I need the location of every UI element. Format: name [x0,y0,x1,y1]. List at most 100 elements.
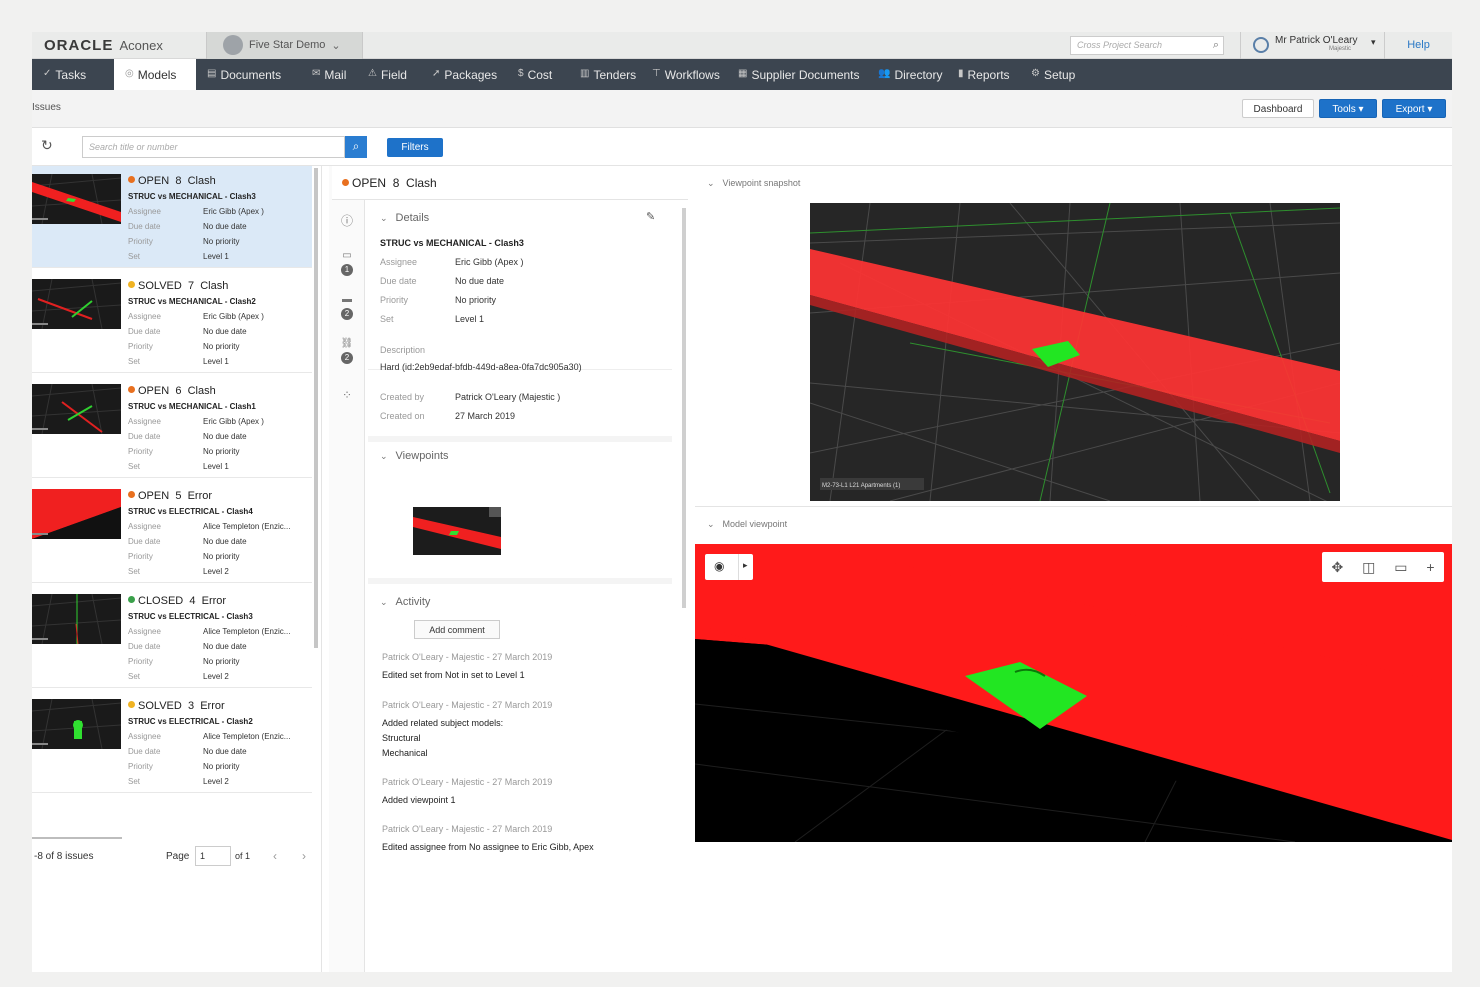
snapshot-heading[interactable]: ⌄ Viewpoint snapshot [707,178,800,189]
description-label: Description [380,345,426,355]
detail-tab-rail: ⓘ ▭ 1 ▬ 2 ⛓ 2 ⁘ [329,166,365,972]
nav-item-tasks[interactable]: ✓ Tasks [32,59,114,90]
help-link[interactable]: Help [1384,32,1452,59]
issue-card-info: OPEN 5 Error STRUC vs ELECTRICAL - Clash4… [128,489,290,579]
nav-icon: ⚠ [368,68,377,79]
nav-item-packages[interactable]: ➚ Packages [421,59,507,90]
tools-button[interactable]: Tools ▾ [1319,99,1377,118]
issue-thumbnail [32,384,121,434]
issue-search-input[interactable]: Search title or number [82,136,345,158]
search-button[interactable]: ⌕ [345,136,367,158]
issue-card[interactable]: SOLVED 7 Clash STRUC vs MECHANICAL - Clas… [32,271,312,373]
detail-assignee-row: Assignee Eric Gibb (Apex ) [380,257,524,267]
details-heading[interactable]: ⌄ Details [368,212,429,224]
page-header: Issues Dashboard Tools ▾ Export ▾ [32,90,1452,128]
nav-icon: ⚙ [1031,68,1040,79]
control-divider [738,554,739,580]
add-comment-button[interactable]: Add comment [414,620,500,639]
assignee-label: Assignee [128,522,161,531]
eye-icon: ◉ [714,559,725,573]
nav-item-reports[interactable]: ▮ Reports [947,59,1020,90]
project-name: Five Star Demo [249,39,326,51]
next-page-icon[interactable]: › [302,849,306,863]
issue-card[interactable]: OPEN 5 Error STRUC vs ELECTRICAL - Clash4… [32,481,312,583]
chevron-down-icon: ⌄ [380,451,388,461]
nav-item-documents[interactable]: ▤ Documents [196,59,301,90]
due-date-label: Due date [128,747,161,756]
set-row: Set Level 2 [128,564,290,579]
link-tab[interactable]: ⛓ 2 [329,338,365,364]
refresh-icon[interactable]: ↻ [41,137,53,154]
priority-value: No priority [203,657,240,666]
search-icon[interactable]: ⌕ [1213,39,1219,52]
detail-status: OPEN [352,176,387,190]
project-selector[interactable]: Five Star Demo ⌄ [206,32,363,59]
user-menu[interactable]: Mr Patrick O'Leary Majestic ▾ [1240,32,1384,59]
issue-card-info: OPEN 8 Clash STRUC vs MECHANICAL - Clash3… [128,174,264,264]
zoom-in-icon[interactable]: + [1426,559,1434,575]
issue-status-line: OPEN 6 Clash [128,384,264,399]
cross-project-search[interactable]: Cross Project Search ⌕ [1070,36,1224,55]
activity-heading[interactable]: ⌄ Activity [368,596,430,608]
comment-tab[interactable]: ▬ 2 [329,294,365,320]
section-box-icon[interactable]: ◫ [1362,559,1375,576]
activity-meta: Patrick O'Leary - Majestic - 27 March 20… [382,652,553,662]
issue-card[interactable]: OPEN 6 Clash STRUC vs MECHANICAL - Clash1… [32,376,312,478]
nav-item-supplier-documents[interactable]: ▦ Supplier Documents [727,59,867,90]
nav-item-setup[interactable]: ⚙ Setup [1020,59,1087,90]
priority-label: Priority [128,762,153,771]
nav-item-cost[interactable]: $ Cost [507,59,569,90]
info-icon[interactable]: ⓘ [329,212,365,229]
product-name: Aconex [119,38,163,53]
detail-scrollbar[interactable] [682,208,686,608]
viewpoint-thumbnail-graphic [413,507,501,549]
viewpoint-thumbnail[interactable] [413,507,501,555]
assignee-label: Assignee [128,627,161,636]
priority-label: Priority [128,657,153,666]
issue-card[interactable]: SOLVED 3 Error STRUC vs ELECTRICAL - Clas… [32,691,312,793]
prev-page-icon[interactable]: ‹ [273,849,277,863]
filters-button[interactable]: Filters [387,138,443,157]
issue-title: STRUC vs ELECTRICAL - Clash3 [128,612,253,621]
issue-card[interactable]: CLOSED 4 Error STRUC vs ELECTRICAL - Clas… [32,586,312,688]
visibility-control[interactable]: ◉ ▸ [705,554,753,580]
logo[interactable]: ORACLE Aconex [44,37,163,54]
issue-type: Error [200,700,225,712]
nav-item-models[interactable]: ◎ Models [114,59,196,90]
assignee-value: Alice Templeton (Enzic... [203,522,291,531]
issue-list-scrollbar[interactable] [314,168,318,648]
image-tab[interactable]: ▭ 1 [329,250,365,276]
issue-type: Clash [187,385,216,397]
priority-value: No priority [203,237,240,246]
nav-icon: 👥 [878,68,891,79]
edit-pencil-icon[interactable]: ✎ [646,210,655,223]
user-name: Mr Patrick O'Leary [1275,35,1358,46]
issue-type: Error [201,595,227,607]
model-viewer-graphic [695,544,1452,842]
pan-move-icon[interactable]: ✥ [1331,559,1343,576]
issue-type: Clash [200,280,229,292]
nav-item-field[interactable]: ⚠ Field [357,59,421,90]
model-viewer[interactable]: ◉ ▸ ✥ ◫ ▭ + [695,544,1452,842]
issue-card[interactable]: OPEN 8 Clash STRUC vs MECHANICAL - Clash3… [32,166,312,268]
nav-item-tenders[interactable]: ▥ Tenders [569,59,641,90]
measure-icon[interactable]: ▭ [1394,559,1407,576]
breadcrumb[interactable]: Issues [32,102,61,113]
viewpoints-heading[interactable]: ⌄ Viewpoints [368,450,449,462]
nav-icon: ▮ [958,68,964,79]
due-date-row: Due date No due date [128,324,264,339]
issue-card-info: CLOSED 4 Error STRUC vs ELECTRICAL - Clas… [128,594,290,684]
model-viewpoint-heading[interactable]: ⌄ Model viewpoint [707,519,787,530]
set-value: Level 1 [203,357,229,366]
nav-item-workflows[interactable]: ⊤ Workflows [641,59,727,90]
activity-text: Mechanical [382,748,428,758]
export-button[interactable]: Export ▾ [1382,99,1446,118]
nav-label: Directory [894,68,943,82]
nav-icon: ⊤ [652,68,661,79]
nav-item-directory[interactable]: 👥 Directory [867,59,947,90]
dashboard-button[interactable]: Dashboard [1242,99,1314,118]
issue-title: STRUC vs ELECTRICAL - Clash4 [128,507,253,516]
nav-item-mail[interactable]: ✉ Mail [301,59,357,90]
model-link-icon[interactable]: ⁘ [329,388,365,402]
page-input[interactable]: 1 [195,846,231,866]
